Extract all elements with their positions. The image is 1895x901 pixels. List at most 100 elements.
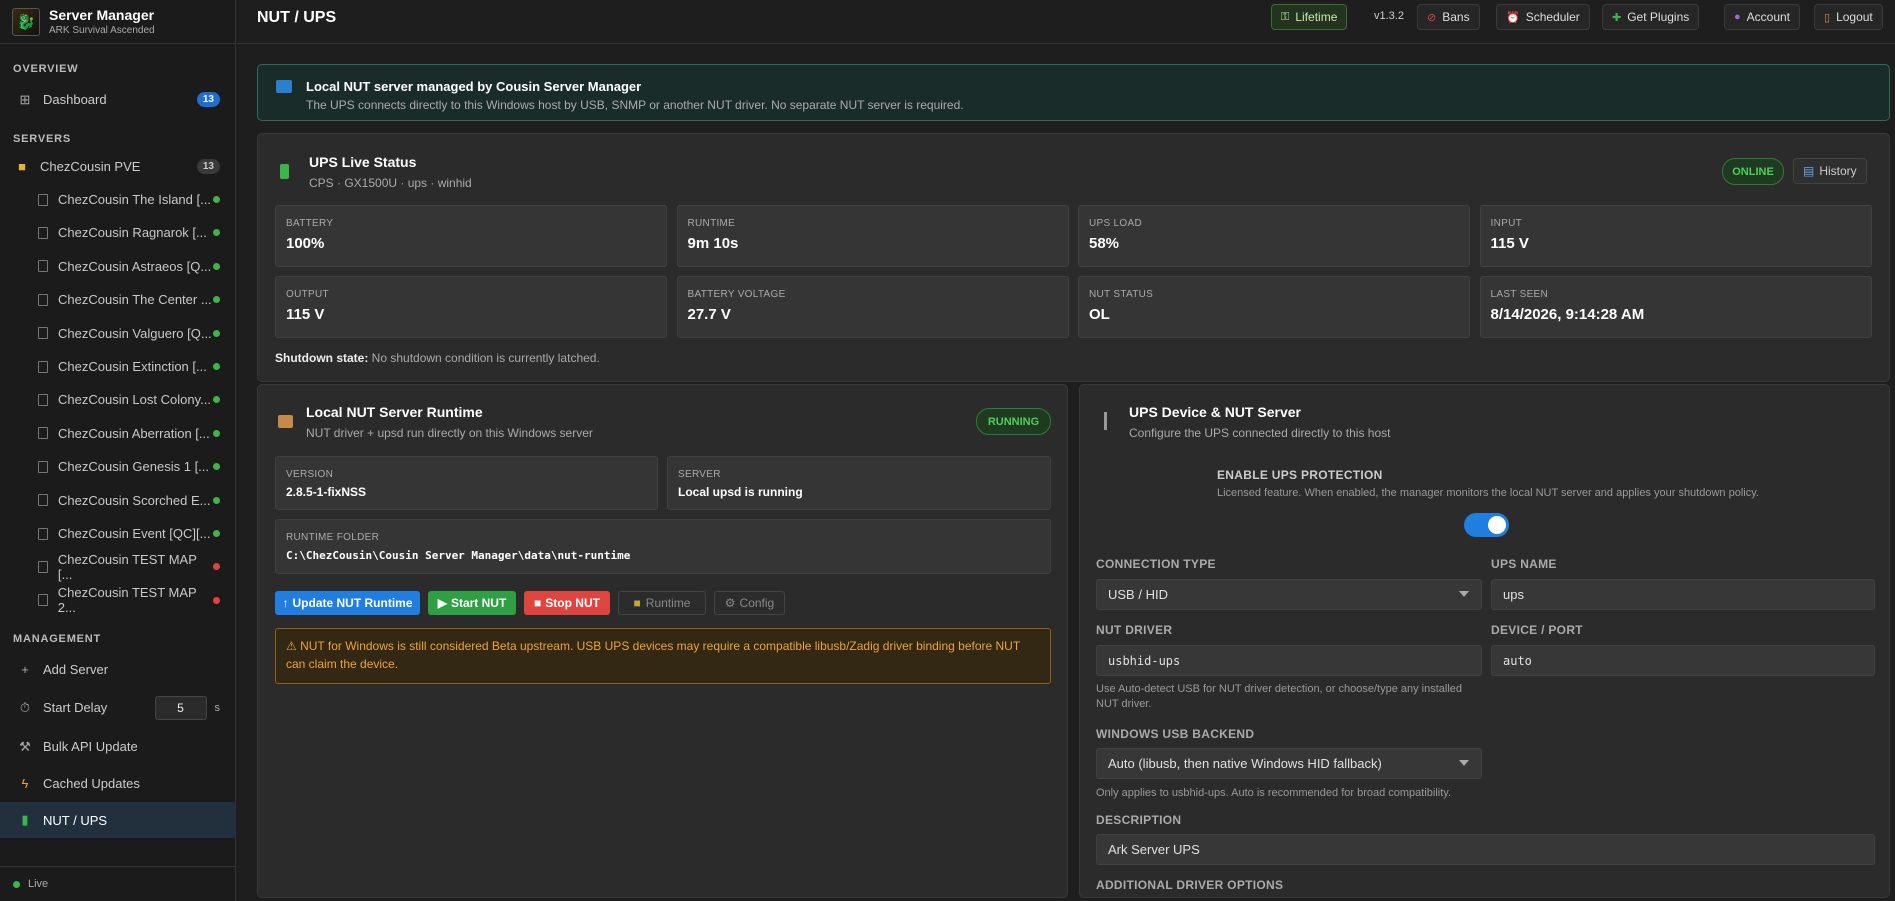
server-status-dot [213,196,220,203]
monitor-icon [276,80,292,93]
stop-nut-button[interactable]: ■ Stop NUT [524,591,610,615]
stopwatch-icon: ⏱ [19,699,31,715]
server-status-dot [213,563,220,571]
version-value: 2.8.5-1-fixNSS [286,485,367,499]
server-item[interactable]: ChezCousin Scorched E... [0,484,236,517]
server-item[interactable]: ChezCousin TEST MAP 2... [0,584,236,617]
stat-value: 9m 10s [687,235,739,252]
live-status-dot [13,880,20,888]
get-plugins-button[interactable]: ✚ Get Plugins [1602,4,1700,30]
server-status-dot [213,363,220,370]
stat-label: BATTERY [286,218,334,229]
bans-label: Bans [1442,10,1470,24]
server-name: ChezCousin Astraeos [Q... [58,258,212,274]
server-status-dot [213,530,220,537]
stat-value: OL [1089,306,1110,323]
server-item[interactable]: ChezCousin Astraeos [Q... [0,250,236,283]
description-input[interactable]: Ark Server UPS [1096,834,1875,865]
sidebar-group-chezcousin[interactable]: ■ ChezCousin PVE 13 [0,150,236,183]
description-label: DESCRIPTION [1096,813,1182,827]
sidebar-item-dashboard[interactable]: ⊞ Dashboard 13 [0,83,236,116]
stat-label: UPS LOAD [1089,218,1142,229]
top-bar: NUT / UPS ⚿ Lifetime v1.3.2 ⊘ Bans ⏰ Schedu… [237,0,1895,44]
door-icon: ▯ [1824,11,1831,24]
sidebar-item-label: Add Server [43,662,109,677]
section-management: MANAGEMENT [13,633,102,645]
device-port-input[interactable]: auto [1491,645,1875,676]
server-item[interactable]: ChezCousin Extinction [... [0,350,236,383]
section-overview: OVERVIEW [13,63,79,75]
alarm-clock-icon: ⏰ [1506,11,1520,24]
nut-driver-input[interactable]: usbhid-ups [1096,645,1482,676]
server-item[interactable]: ChezCousin Ragnarok [... [0,216,236,249]
connection-type-select[interactable]: USB / HID [1096,579,1482,610]
chart-icon: ▤ [1803,164,1815,178]
scheduler-button[interactable]: ⏰ Scheduler [1496,4,1590,30]
server-item[interactable]: ChezCousin TEST MAP [... [0,550,236,583]
update-icon: ↑ [282,596,289,610]
stat-value: 8/14/2026, 9:14:28 AM [1490,306,1645,323]
server-item[interactable]: ChezCousin Valguero [Q... [0,317,236,350]
ups-name-input[interactable]: ups [1491,579,1875,610]
scheduler-label: Scheduler [1525,10,1580,24]
ups-name-label: UPS NAME [1491,557,1557,571]
account-button[interactable]: ● Account [1724,4,1801,30]
sidebar-item-start-delay: ⏱ Start Delay 5 s [0,691,236,724]
bans-button[interactable]: ⊘ Bans [1417,4,1480,30]
enable-protection-toggle[interactable] [1464,513,1509,537]
stat-label: BATTERY VOLTAGE [687,289,786,300]
start-delay-input[interactable]: 5 [154,695,207,720]
sidebar-item-nut-ups[interactable]: ▮ NUT / UPS [0,802,236,838]
usb-backend-label: WINDOWS USB BACKEND [1096,727,1255,741]
server-status-dot [213,329,220,337]
chevron-down-icon [1459,760,1469,766]
nut-driver-label: NUT DRIVER [1096,623,1173,637]
get-plugins-label: Get Plugins [1627,10,1690,24]
history-button[interactable]: ▤ History [1793,158,1867,184]
server-status-dot [213,396,220,404]
config-button[interactable]: ⚙ Config [714,591,785,615]
server-icon [38,260,48,273]
sidebar-item-add-server[interactable]: + Add Server [0,653,236,686]
live-status-title: UPS Live Status [309,154,417,170]
start-label: Start NUT [450,596,507,610]
banner-text: The UPS connects directly to this Window… [306,98,964,112]
lifetime-button[interactable]: ⚿ Lifetime [1271,4,1348,30]
start-nut-button[interactable]: ▶ Start NUT [428,591,516,615]
server-item[interactable]: ChezCousin Event [QC][... [0,517,236,550]
sidebar-item-label: Cached Updates [43,776,140,791]
server-name: ChezCousin The Island [... [58,192,211,207]
server-item[interactable]: ChezCousin The Island [... [0,183,236,216]
server-status-dot [213,296,220,304]
stat-card: UPS LOAD 58% [1078,205,1470,267]
stat-label: INPUT [1490,218,1522,229]
logout-button[interactable]: ▯ Logout [1814,4,1883,30]
stat-label: RUNTIME [687,218,736,229]
shutdown-state: Shutdown state: No shutdown condition is… [275,351,600,365]
stat-card: BATTERY VOLTAGE 27.7 V [676,276,1069,338]
server-name: ChezCousin Lost Colony... [58,392,211,408]
group-count-badge: 13 [196,159,220,174]
server-icon [38,360,48,373]
runtime-button[interactable]: ■ Runtime [618,591,706,615]
server-card: SERVER Local upsd is running [667,456,1051,510]
server-item[interactable]: ChezCousin Aberration [... [0,417,236,450]
server-item[interactable]: ChezCousin Lost Colony... [0,383,236,416]
stat-value: 100% [286,235,325,252]
server-icon [38,393,48,406]
sidebar-item-cached-updates[interactable]: ϟ Cached Updates [0,767,236,800]
update-nut-runtime-button[interactable]: ↑ Update NUT Runtime [275,591,420,615]
server-name: ChezCousin TEST MAP [... [57,551,197,582]
user-icon: ● [1734,11,1741,23]
server-item[interactable]: ChezCousin The Center ... [0,283,236,316]
version-label: VERSION [286,469,334,480]
sidebar-item-bulk-api[interactable]: ⚒ Bulk API Update [0,730,236,763]
stat-card: RUNTIME 9m 10s [676,205,1069,267]
lifetime-label: Lifetime [1295,10,1338,24]
runtime-folder-card: RUNTIME FOLDER C:\ChezCousin\Cousin Serv… [275,519,1051,574]
server-item[interactable]: ChezCousin Genesis 1 [... [0,450,236,483]
usb-backend-select[interactable]: Auto (libusb, then native Windows HID fa… [1096,748,1482,779]
server-icon [38,594,48,607]
server-status-dot [213,429,220,437]
group-label: ChezCousin PVE [40,159,141,174]
